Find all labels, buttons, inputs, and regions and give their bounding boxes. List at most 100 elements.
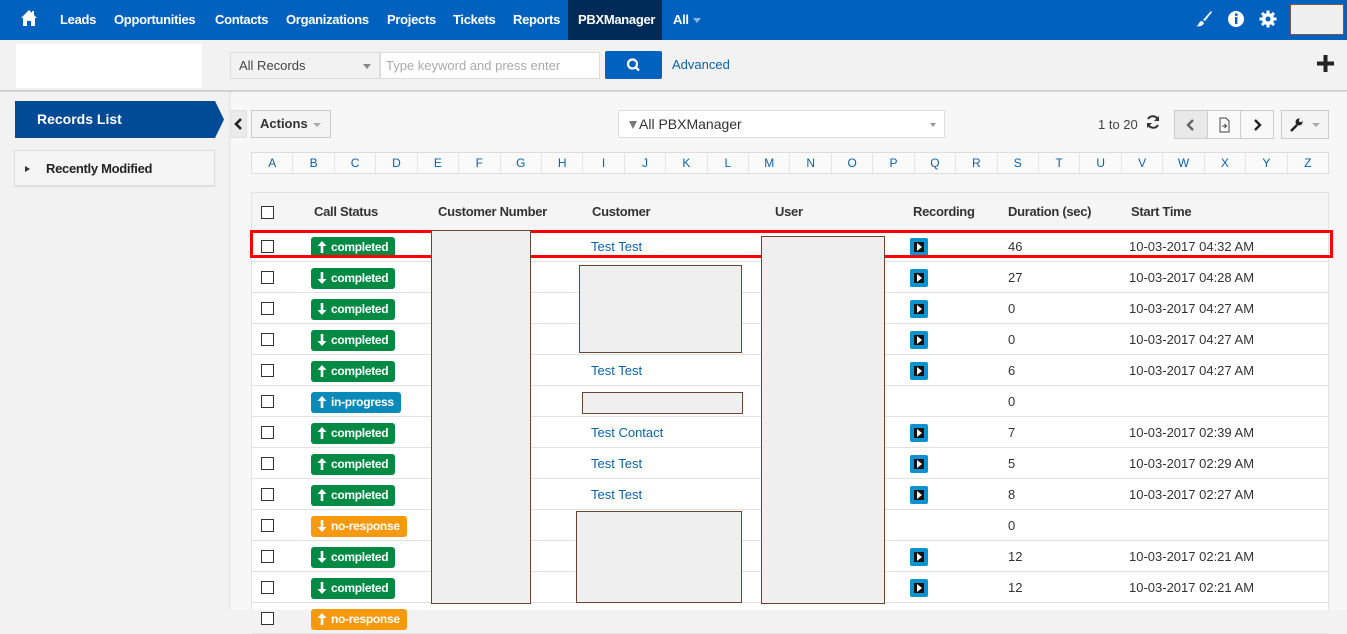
nav-all-label: All — [673, 12, 689, 27]
alphabet-letter-h[interactable]: H — [542, 153, 584, 173]
nav-leads[interactable]: Leads — [60, 0, 96, 40]
row-checkbox[interactable] — [261, 240, 274, 253]
filter-funnel-icon — [629, 121, 637, 129]
alphabet-letter-y[interactable]: Y — [1246, 153, 1288, 173]
row-checkbox[interactable] — [261, 333, 274, 346]
home-icon[interactable] — [20, 9, 40, 29]
play-recording-icon[interactable] — [910, 331, 928, 349]
alphabet-letter-n[interactable]: N — [790, 153, 832, 173]
alphabet-letter-d[interactable]: D — [376, 153, 418, 173]
alphabet-letter-x[interactable]: X — [1205, 153, 1247, 173]
add-record-plus-icon[interactable] — [1315, 53, 1337, 75]
nav-all-menu[interactable]: All — [673, 0, 701, 40]
header-call-status[interactable]: Call Status — [314, 193, 378, 231]
alphabet-letter-b[interactable]: B — [293, 153, 335, 173]
select-all-checkbox[interactable] — [261, 206, 274, 219]
play-recording-icon[interactable] — [910, 579, 928, 597]
row-checkbox[interactable] — [261, 395, 274, 408]
customer-link[interactable]: Test Test — [591, 231, 642, 262]
customer-link[interactable]: Test Contact — [591, 417, 663, 448]
row-checkbox[interactable] — [261, 488, 274, 501]
row-checkbox[interactable] — [261, 457, 274, 470]
row-checkbox[interactable] — [261, 302, 274, 315]
alphabet-letter-o[interactable]: O — [832, 153, 874, 173]
row-checkbox[interactable] — [261, 364, 274, 377]
header-customer-number[interactable]: Customer Number — [438, 193, 547, 231]
nav-organizations[interactable]: Organizations — [286, 0, 369, 40]
redacted-customer-block — [576, 511, 742, 603]
page-jump-button[interactable] — [1207, 110, 1241, 139]
play-recording-icon[interactable] — [910, 455, 928, 473]
row-checkbox[interactable] — [261, 581, 274, 594]
alphabet-letter-z[interactable]: Z — [1288, 153, 1328, 173]
row-checkbox[interactable] — [261, 612, 274, 625]
alphabet-letter-i[interactable]: I — [583, 153, 625, 173]
next-page-button[interactable] — [1240, 110, 1274, 139]
list-filter-select[interactable]: All PBXManager — [618, 110, 945, 138]
sidebar-item-recently-modified[interactable]: Recently Modified — [14, 150, 215, 186]
alphabet-letter-a[interactable]: A — [252, 153, 294, 173]
play-recording-icon[interactable] — [910, 238, 928, 256]
actions-dropdown-button[interactable]: Actions — [251, 110, 331, 138]
alphabet-letter-f[interactable]: F — [459, 153, 501, 173]
search-input[interactable] — [380, 52, 600, 79]
play-recording-icon[interactable] — [910, 548, 928, 566]
customer-link[interactable]: Test Test — [591, 448, 642, 479]
table-row[interactable]: no-response — [252, 603, 1328, 634]
row-checkbox[interactable] — [261, 550, 274, 563]
header-customer[interactable]: Customer — [592, 193, 651, 231]
alphabet-letter-g[interactable]: G — [501, 153, 542, 173]
alphabet-letter-m[interactable]: M — [749, 153, 791, 173]
alphabet-letter-t[interactable]: T — [1039, 153, 1081, 173]
alphabet-letter-k[interactable]: K — [666, 153, 708, 173]
play-recording-icon[interactable] — [910, 300, 928, 318]
row-checkbox[interactable] — [261, 519, 274, 532]
header-start-time[interactable]: Start Time — [1131, 193, 1192, 231]
alphabet-letter-c[interactable]: C — [335, 153, 377, 173]
search-button[interactable] — [605, 51, 662, 79]
nav-contacts[interactable]: Contacts — [215, 0, 269, 40]
row-checkbox[interactable] — [261, 426, 274, 439]
gear-icon[interactable] — [1258, 9, 1278, 29]
alphabet-letter-v[interactable]: V — [1122, 153, 1164, 173]
duration-cell: 5 — [1008, 456, 1016, 471]
info-icon[interactable] — [1226, 9, 1246, 29]
sidebar-item-records-list[interactable]: Records List — [15, 101, 225, 138]
search-scope-select[interactable]: All Records — [230, 52, 380, 79]
customer-link[interactable]: Test Test — [591, 479, 642, 510]
row-checkbox[interactable] — [261, 271, 274, 284]
alphabet-letter-e[interactable]: E — [418, 153, 460, 173]
nav-reports[interactable]: Reports — [513, 0, 560, 40]
header-duration[interactable]: Duration (sec) — [1008, 193, 1092, 231]
arrow-up-icon — [317, 457, 327, 478]
play-recording-icon[interactable] — [910, 486, 928, 504]
previous-page-button[interactable] — [1174, 110, 1208, 139]
duration-cell: 0 — [1008, 394, 1016, 409]
alphabet-letter-q[interactable]: Q — [915, 153, 957, 173]
customer-link[interactable]: Test Test — [591, 355, 642, 386]
alphabet-letter-w[interactable]: W — [1163, 153, 1205, 173]
play-recording-icon[interactable] — [910, 424, 928, 442]
alphabet-letter-j[interactable]: J — [625, 153, 667, 173]
alphabet-letter-r[interactable]: R — [956, 153, 998, 173]
alphabet-letter-l[interactable]: L — [708, 153, 750, 173]
alphabet-letter-s[interactable]: S — [998, 153, 1040, 173]
play-recording-icon[interactable] — [910, 362, 928, 380]
paintbrush-icon[interactable] — [1194, 9, 1214, 29]
header-user[interactable]: User — [775, 193, 803, 231]
alphabet-letter-p[interactable]: P — [873, 153, 915, 173]
list-settings-wrench-button[interactable] — [1281, 110, 1329, 139]
advanced-search-link[interactable]: Advanced — [672, 57, 730, 72]
nav-pbxmanager[interactable]: PBXManager — [568, 0, 662, 40]
nav-tickets[interactable]: Tickets — [453, 0, 496, 40]
user-menu-avatar[interactable] — [1290, 4, 1344, 35]
header-recording[interactable]: Recording — [913, 193, 975, 231]
alphabet-letter-u[interactable]: U — [1080, 153, 1122, 173]
play-recording-icon[interactable] — [910, 269, 928, 287]
call-status-label: completed — [331, 488, 389, 502]
refresh-icon[interactable] — [1145, 114, 1161, 130]
nav-projects[interactable]: Projects — [387, 0, 436, 40]
collapse-sidebar-button[interactable] — [231, 110, 247, 138]
wrench-icon — [1290, 118, 1320, 132]
nav-opportunities[interactable]: Opportunities — [114, 0, 196, 40]
